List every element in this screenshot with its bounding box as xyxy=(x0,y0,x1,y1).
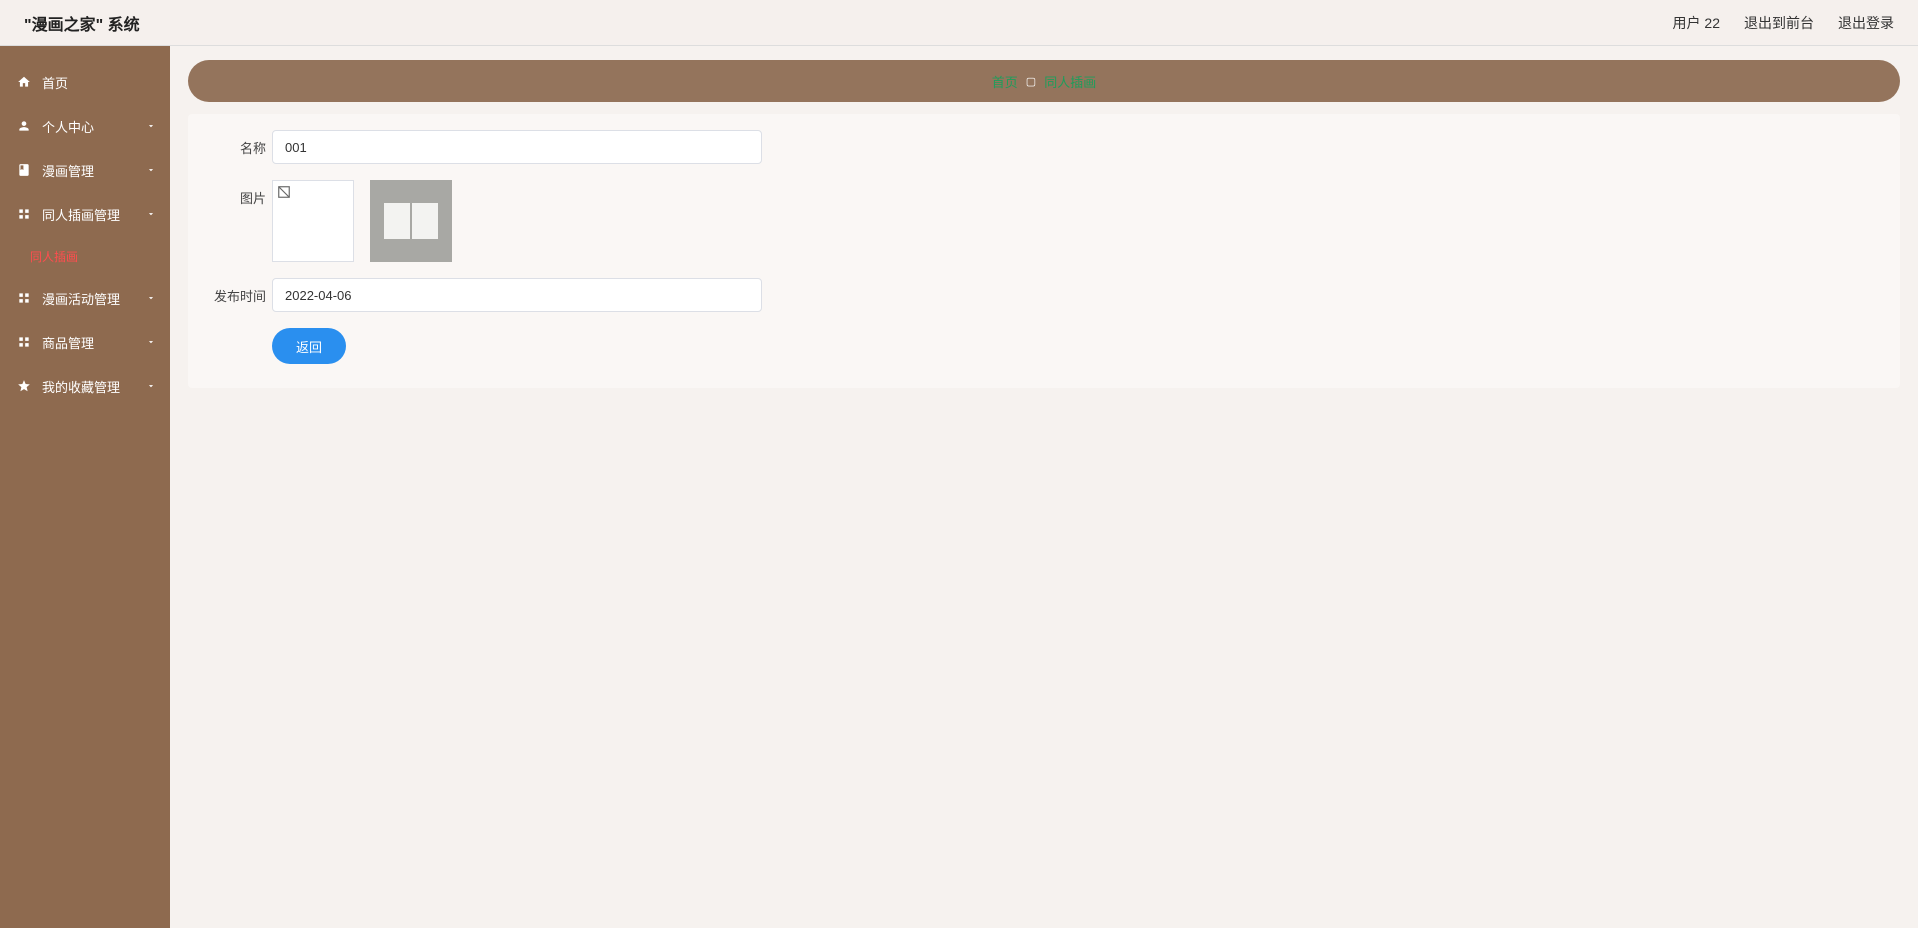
form-panel: 名称 图片 xyxy=(188,114,1900,388)
form-row-name: 名称 xyxy=(208,130,1880,164)
breadcrumb-separator: ▢ xyxy=(1026,75,1036,88)
sidebar-item-favorite-manage[interactable]: 我的收藏管理 xyxy=(0,364,170,408)
sidebar-item-activity-manage[interactable]: 漫画活动管理 xyxy=(0,276,170,320)
button-row: 返回 xyxy=(208,328,1880,364)
grid-icon xyxy=(16,334,32,350)
sidebar-item-label: 个人中心 xyxy=(42,117,94,136)
main-content: 首页 ▢ 同人插画 名称 图片 xyxy=(170,46,1918,928)
sidebar-item-doujin-manage[interactable]: 同人插画管理 xyxy=(0,192,170,236)
name-input[interactable] xyxy=(272,130,762,164)
to-frontend-link[interactable]: 退出到前台 xyxy=(1744,13,1814,33)
broken-image-icon xyxy=(277,185,291,199)
name-label: 名称 xyxy=(208,130,266,157)
sidebar-item-profile[interactable]: 个人中心 xyxy=(0,104,170,148)
thumbnail-placeholder xyxy=(384,203,438,239)
book-icon xyxy=(16,162,32,178)
image-label: 图片 xyxy=(208,180,266,207)
sidebar-item-label: 漫画活动管理 xyxy=(42,289,120,308)
app-title: "漫画之家" 系统 xyxy=(24,11,140,35)
header: "漫画之家" 系统 用户 22 退出到前台 退出登录 xyxy=(0,0,1918,46)
publish-label: 发布时间 xyxy=(208,278,266,305)
breadcrumb: 首页 ▢ 同人插画 xyxy=(188,60,1900,102)
sidebar-item-home[interactable]: 首页 xyxy=(0,60,170,104)
form-row-publish: 发布时间 xyxy=(208,278,1880,312)
sidebar-item-label: 商品管理 xyxy=(42,333,94,352)
image-thumbnail[interactable] xyxy=(370,180,452,262)
image-broken[interactable] xyxy=(272,180,354,262)
form-row-image: 图片 xyxy=(208,180,1880,262)
image-list xyxy=(272,180,452,262)
user-label[interactable]: 用户 22 xyxy=(1673,13,1720,33)
body: 首页 个人中心 漫画管理 同人插画管理 xyxy=(0,46,1918,928)
sidebar-item-label: 同人插画管理 xyxy=(42,205,120,224)
chevron-down-icon xyxy=(146,293,156,303)
chevron-down-icon xyxy=(146,121,156,131)
logout-link[interactable]: 退出登录 xyxy=(1838,13,1894,33)
grid-icon xyxy=(16,290,32,306)
sidebar-item-comic-manage[interactable]: 漫画管理 xyxy=(0,148,170,192)
header-actions: 用户 22 退出到前台 退出登录 xyxy=(1673,13,1894,33)
grid-icon xyxy=(16,206,32,222)
chevron-down-icon xyxy=(146,209,156,219)
star-icon xyxy=(16,378,32,394)
chevron-down-icon xyxy=(146,337,156,347)
sidebar: 首页 个人中心 漫画管理 同人插画管理 xyxy=(0,46,170,928)
publish-input[interactable] xyxy=(272,278,762,312)
sidebar-subitem-label: 同人插画 xyxy=(30,248,78,265)
sidebar-subitem-doujin[interactable]: 同人插画 xyxy=(0,236,170,276)
home-icon xyxy=(16,74,32,90)
sidebar-item-label: 漫画管理 xyxy=(42,161,94,180)
sidebar-item-product-manage[interactable]: 商品管理 xyxy=(0,320,170,364)
chevron-down-icon xyxy=(146,381,156,391)
chevron-down-icon xyxy=(146,165,156,175)
person-icon xyxy=(16,118,32,134)
breadcrumb-current: 同人插画 xyxy=(1044,72,1096,91)
sidebar-item-label: 我的收藏管理 xyxy=(42,377,120,396)
breadcrumb-home[interactable]: 首页 xyxy=(992,72,1018,91)
sidebar-item-label: 首页 xyxy=(42,73,68,92)
back-button[interactable]: 返回 xyxy=(272,328,346,364)
